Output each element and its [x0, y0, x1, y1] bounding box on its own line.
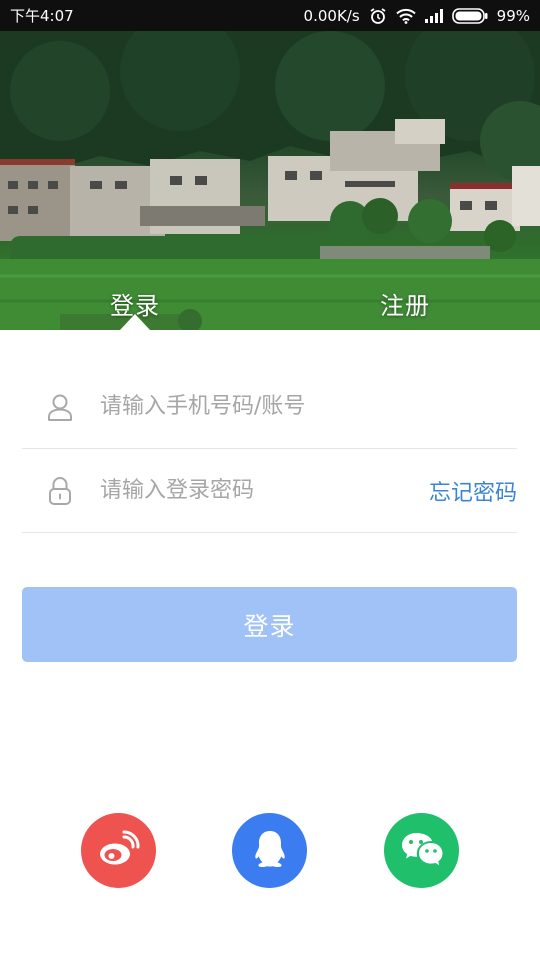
status-time: 下午4:07: [10, 7, 74, 25]
qq-icon: [251, 828, 289, 874]
forgot-password-link[interactable]: 忘记密码: [429, 475, 517, 507]
battery-icon: [451, 7, 488, 24]
battery-level: 99%: [496, 6, 530, 25]
password-input[interactable]: [100, 478, 429, 503]
tab-register[interactable]: 注册: [380, 286, 430, 321]
landscape-background-image: [0, 31, 540, 330]
login-button[interactable]: 登录: [22, 587, 517, 662]
weibo-login-button[interactable]: [81, 813, 156, 888]
password-field-row: 忘记密码: [22, 449, 517, 533]
account-input[interactable]: [100, 394, 517, 419]
wifi-icon: [395, 8, 416, 24]
user-icon: [20, 393, 100, 421]
weibo-icon: [97, 829, 141, 873]
network-speed: 0.00K/s: [303, 6, 360, 25]
wechat-icon: [400, 830, 444, 872]
wechat-login-button[interactable]: [384, 813, 459, 888]
alarm-icon: [369, 7, 387, 25]
qq-login-button[interactable]: [232, 813, 307, 888]
status-bar: 下午4:07 0.00K/s 99%: [0, 0, 540, 31]
active-tab-indicator: [120, 314, 150, 330]
status-indicators: 0.00K/s 99%: [304, 7, 530, 25]
lock-icon: [20, 476, 100, 506]
account-field-row: [22, 365, 517, 449]
header-banner: 登录 注册: [0, 31, 540, 330]
signal-icon: [424, 8, 443, 23]
login-form: 忘记密码: [22, 365, 517, 533]
